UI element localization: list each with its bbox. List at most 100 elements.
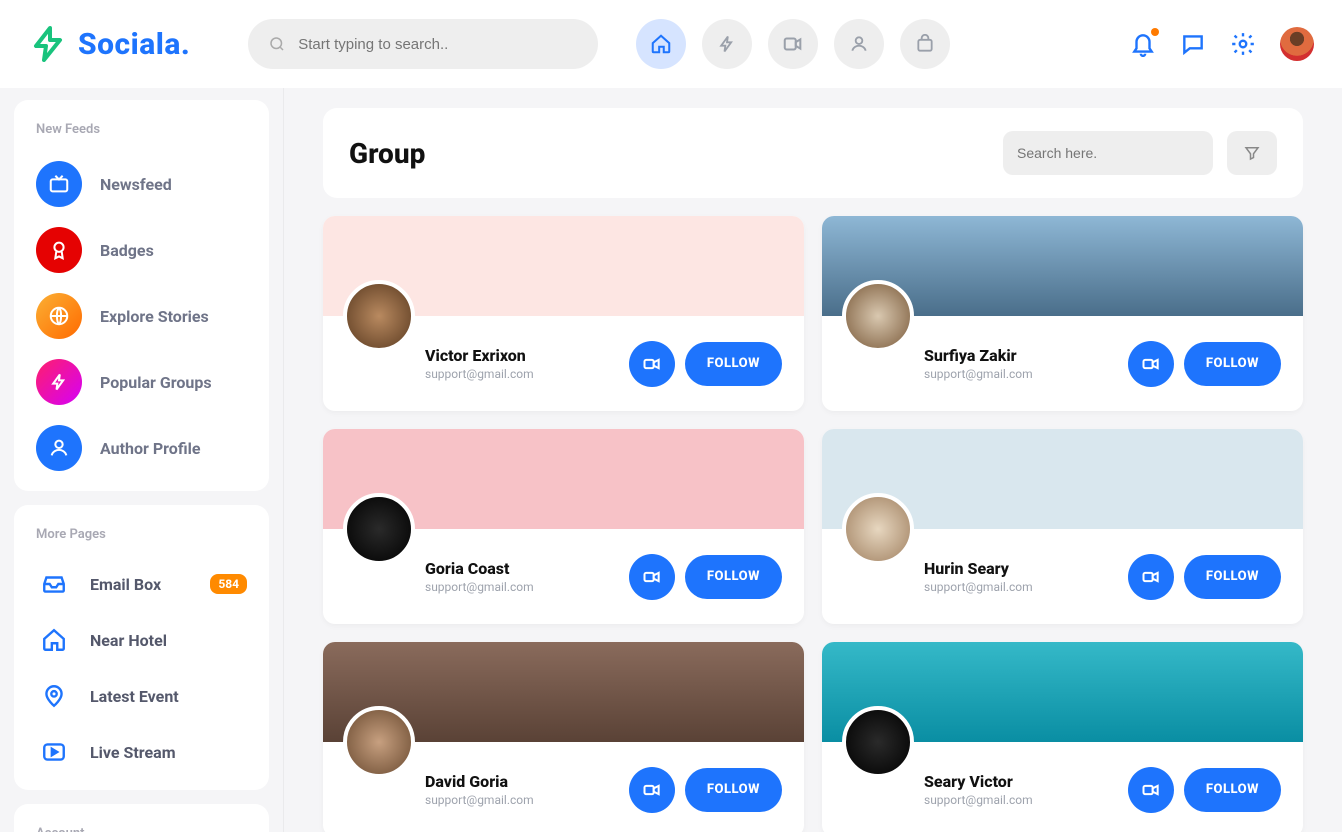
sidebar-item-live[interactable]: Live Stream [28,724,255,780]
group-email: support@gmail.com [924,580,1033,594]
sidebar-item-explore[interactable]: Explore Stories [28,283,255,349]
filter-icon [1243,144,1261,162]
award-icon [48,239,70,261]
video-icon [642,354,662,374]
user-icon [48,437,70,459]
sidebar-label: Email Box [90,575,161,594]
video-icon [1141,354,1161,374]
notifications-button[interactable] [1130,31,1156,57]
sidebar-heading-morepages: More Pages [28,523,255,556]
topbar: Sociala. [0,0,1342,88]
global-search[interactable] [248,19,598,69]
group-email: support@gmail.com [924,367,1033,381]
home-icon [650,33,672,55]
sidebar-account: Account Settings [14,804,269,832]
group-email: support@gmail.com [425,580,534,594]
group-name: Surfiya Zakir [924,346,1033,365]
filter-button[interactable] [1227,131,1277,175]
group-card: Hurin Seary support@gmail.com FOLLOW [822,429,1303,624]
video-call-button[interactable] [629,341,675,387]
group-name: David Goria [425,772,534,791]
group-avatar[interactable] [842,493,914,565]
main-content: Group Victor Exrixon s [284,88,1342,832]
sidebar-label: Latest Event [90,687,179,706]
group-card: Victor Exrixon support@gmail.com FOLLOW [323,216,804,411]
page-search-input[interactable] [1017,145,1198,161]
nav-user[interactable] [834,19,884,69]
email-count-badge: 584 [210,574,247,594]
sidebar-heading-account: Account [28,822,255,832]
sidebar-item-badges[interactable]: Badges [28,217,255,283]
follow-button[interactable]: FOLLOW [1184,342,1281,386]
video-call-button[interactable] [1128,341,1174,387]
follow-button[interactable]: FOLLOW [685,342,782,386]
group-card: David Goria support@gmail.com FOLLOW [323,642,804,832]
video-icon [782,33,804,55]
sidebar-heading-newfeeds: New Feeds [28,118,255,151]
group-email: support@gmail.com [425,793,534,807]
video-call-button[interactable] [1128,554,1174,600]
group-name: Hurin Seary [924,559,1033,578]
global-search-input[interactable] [298,36,578,53]
video-call-button[interactable] [629,767,675,813]
nav-shop[interactable] [900,19,950,69]
video-call-button[interactable] [629,554,675,600]
group-name: Goria Coast [425,559,534,578]
group-avatar[interactable] [343,493,415,565]
globe-icon [48,305,70,327]
topbar-right [1130,27,1314,61]
inbox-icon [41,571,67,597]
chat-icon [1180,31,1206,57]
group-avatar[interactable] [842,280,914,352]
sidebar-label: Near Hotel [90,631,167,650]
page-title: Group [349,137,989,170]
sidebar-morepages: More Pages Email Box 584 Near Hotel Late… [14,505,269,790]
group-card: Goria Coast support@gmail.com FOLLOW [323,429,804,624]
sidebar-item-newsfeed[interactable]: Newsfeed [28,151,255,217]
group-avatar[interactable] [842,706,914,778]
sidebar-item-popular[interactable]: Popular Groups [28,349,255,415]
follow-button[interactable]: FOLLOW [1184,768,1281,812]
group-grid: Victor Exrixon support@gmail.com FOLLOW [323,216,1303,832]
sidebar-item-emailbox[interactable]: Email Box 584 [28,556,255,612]
group-card: Surfiya Zakir support@gmail.com FOLLOW [822,216,1303,411]
page-search[interactable] [1003,131,1213,175]
nav-home[interactable] [636,19,686,69]
sidebar-item-hotel[interactable]: Near Hotel [28,612,255,668]
follow-button[interactable]: FOLLOW [685,768,782,812]
notification-dot [1151,28,1159,36]
group-avatar[interactable] [343,706,415,778]
video-call-button[interactable] [1128,767,1174,813]
video-icon [1141,780,1161,800]
pin-icon [41,683,67,709]
sidebar-label: Newsfeed [100,175,172,194]
play-icon [41,739,67,765]
sidebar-label: Author Profile [100,439,200,458]
settings-button[interactable] [1230,31,1256,57]
search-icon [268,35,286,53]
nav-video[interactable] [768,19,818,69]
follow-button[interactable]: FOLLOW [1184,555,1281,599]
nav-icon-group [636,19,950,69]
user-icon [849,34,869,54]
brand-name: Sociala. [78,27,190,62]
group-name: Seary Victor [924,772,1033,791]
video-icon [642,780,662,800]
sidebar-item-author[interactable]: Author Profile [28,415,255,481]
sidebar-label: Popular Groups [100,373,212,392]
bolt-small-icon [717,34,737,54]
nav-bolt[interactable] [702,19,752,69]
group-email: support@gmail.com [924,793,1033,807]
profile-avatar[interactable] [1280,27,1314,61]
video-icon [642,567,662,587]
bag-icon [915,34,935,54]
messages-button[interactable] [1180,31,1206,57]
group-avatar[interactable] [343,280,415,352]
group-name: Victor Exrixon [425,346,534,365]
sidebar-item-event[interactable]: Latest Event [28,668,255,724]
logo[interactable]: Sociala. [28,24,190,64]
sidebar-newfeeds: New Feeds Newsfeed Badges Explore Storie… [14,100,269,491]
follow-button[interactable]: FOLLOW [685,555,782,599]
zap-icon [49,372,69,392]
tv-icon [48,173,70,195]
